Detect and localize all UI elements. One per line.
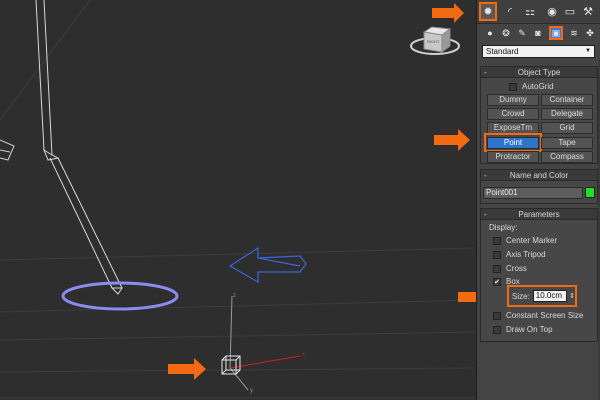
rollout-title: Parameters	[518, 210, 560, 219]
checkbox-box	[493, 311, 501, 320]
object-color-swatch[interactable]	[585, 187, 595, 198]
collapse-icon: -	[484, 171, 487, 180]
rollout-parameters-header[interactable]: - Parameters	[481, 209, 597, 220]
axis-tripod-checkbox[interactable]: Axis Tripod	[493, 249, 546, 260]
checkbox-label: Draw On Top	[506, 325, 553, 334]
arrow-to-point-box	[168, 358, 206, 380]
crowd-button[interactable]: Crowd	[487, 108, 539, 120]
cross-checkbox[interactable]: Cross	[493, 263, 527, 274]
partial-wireframe-object	[0, 139, 15, 161]
checkbox-label: Axis Tripod	[506, 250, 546, 259]
constant-screen-size-checkbox[interactable]: Constant Screen Size	[493, 310, 583, 321]
command-panel-tabs: ✹ ◜ ⚏ ◉ ▭ ⚒	[477, 0, 600, 24]
motion-icon: ◉	[547, 6, 557, 18]
viewport-scene: z x y RIGHT	[0, 0, 476, 399]
dropdown-value: Standard	[486, 47, 519, 56]
size-spinner-field[interactable]: 10.0cm	[532, 290, 568, 302]
checkbox-box	[493, 325, 501, 334]
subtab-geometry[interactable]: ●	[483, 26, 497, 40]
create-category-subtabs: ● ❂ ✎ ◙ ▣ ≋ ✤	[477, 25, 600, 43]
protractor-button[interactable]: Protractor	[487, 151, 539, 163]
delegate-button[interactable]: Delegate	[541, 108, 593, 120]
hierarchy-icon: ⚏	[525, 6, 535, 18]
helper-category-dropdown[interactable]: Standard ▼	[482, 45, 595, 58]
tab-hierarchy[interactable]: ⚏	[521, 2, 539, 21]
subtab-systems[interactable]: ✤	[583, 26, 597, 40]
camera-icon: ◙	[535, 28, 541, 38]
sun-create-icon: ✹	[483, 6, 493, 18]
shapes-icon: ❂	[502, 27, 510, 38]
center-marker-checkbox[interactable]: Center Marker	[493, 235, 557, 246]
subtab-shapes[interactable]: ❂	[499, 26, 513, 40]
subtab-spacewarps[interactable]: ≋	[567, 26, 581, 40]
axis-y-label: y	[250, 388, 253, 394]
tab-create[interactable]: ✹	[479, 2, 497, 21]
arrow-to-point-button	[434, 129, 470, 151]
checkbox-label: Cross	[506, 264, 527, 273]
autogrid-checkbox[interactable]: AutoGrid	[509, 81, 554, 92]
checkbox-label: Constant Screen Size	[506, 311, 584, 320]
command-panel: ✹ ◜ ⚏ ◉ ▭ ⚒ ● ❂ ✎ ◙ ▣ ≋ ✤ Standard ▼ - O…	[476, 0, 600, 400]
spacewarp-icon: ≋	[570, 27, 578, 38]
rollout-object-type-header[interactable]: - Object Type	[481, 67, 597, 78]
checkbox-box	[493, 236, 501, 245]
blue-ring-helper	[61, 281, 179, 311]
tab-utilities[interactable]: ⚒	[579, 2, 597, 21]
size-label: Size:	[512, 291, 530, 301]
collapse-icon: -	[484, 68, 487, 77]
viewport-grid	[0, 0, 476, 399]
axis-z-label: z	[233, 293, 236, 299]
compass-button[interactable]: Compass	[541, 151, 593, 163]
hammer-icon: ⚒	[583, 6, 593, 18]
tab-display[interactable]: ▭	[561, 2, 579, 21]
rollout-title: Object Type	[517, 68, 561, 77]
checkmark-icon: ✔	[493, 277, 501, 286]
arrow-to-size-field	[458, 292, 476, 302]
rollout-object-type: - Object Type AutoGrid Dummy Container C…	[480, 66, 598, 164]
container-button[interactable]: Container	[541, 94, 593, 106]
subtab-helpers[interactable]: ▣	[549, 26, 563, 40]
checkbox-box	[509, 82, 517, 91]
systems-icon: ✤	[586, 27, 594, 38]
checkbox-label: AutoGrid	[522, 82, 554, 91]
subtab-cameras[interactable]: ◙	[531, 26, 545, 40]
tape-button[interactable]: Tape	[541, 137, 593, 149]
point-button-highlight	[484, 133, 542, 152]
checkbox-box	[493, 264, 501, 273]
light-icon: ✎	[518, 27, 526, 38]
viewcube[interactable]: RIGHT	[410, 26, 460, 55]
rollout-name-and-color-header[interactable]: - Name and Color	[481, 170, 597, 181]
tape-pole-wireframe	[35, 0, 123, 295]
tab-motion[interactable]: ◉	[543, 2, 561, 21]
chevron-down-icon: ▼	[585, 48, 591, 54]
display-group-label: Display:	[489, 223, 518, 232]
arrow-to-create-tab	[432, 3, 464, 23]
axis-x-label: x	[302, 352, 305, 358]
point-helper-gizmo	[221, 295, 301, 391]
size-spinner-row: Size: 10.0cm ⇕	[507, 285, 577, 307]
display-icon: ▭	[564, 6, 576, 18]
checkbox-label: Center Marker	[506, 236, 558, 245]
sphere-icon: ●	[487, 28, 493, 38]
tutorial-arrows	[168, 3, 476, 380]
bend-modify-icon: ◜	[507, 6, 513, 18]
collapse-icon: -	[484, 210, 487, 219]
viewport-perspective[interactable]: z x y RIGHT	[0, 0, 476, 400]
object-name-field[interactable]: Point001	[483, 187, 583, 199]
grid-button[interactable]: Grid	[541, 122, 593, 134]
subtab-lights[interactable]: ✎	[515, 26, 529, 40]
tab-modify[interactable]: ◜	[501, 2, 519, 21]
helpers-icon: ▣	[551, 27, 561, 38]
checkbox-box	[493, 250, 501, 259]
spinner-arrows-icon[interactable]: ⇕	[569, 292, 575, 300]
viewcube-face-label: RIGHT	[427, 39, 440, 44]
draw-on-top-checkbox[interactable]: Draw On Top	[493, 324, 553, 335]
dummy-button[interactable]: Dummy	[487, 94, 539, 106]
rollout-title: Name and Color	[509, 171, 569, 180]
rollout-parameters: - Parameters Display: Center Marker Axis…	[480, 208, 598, 342]
